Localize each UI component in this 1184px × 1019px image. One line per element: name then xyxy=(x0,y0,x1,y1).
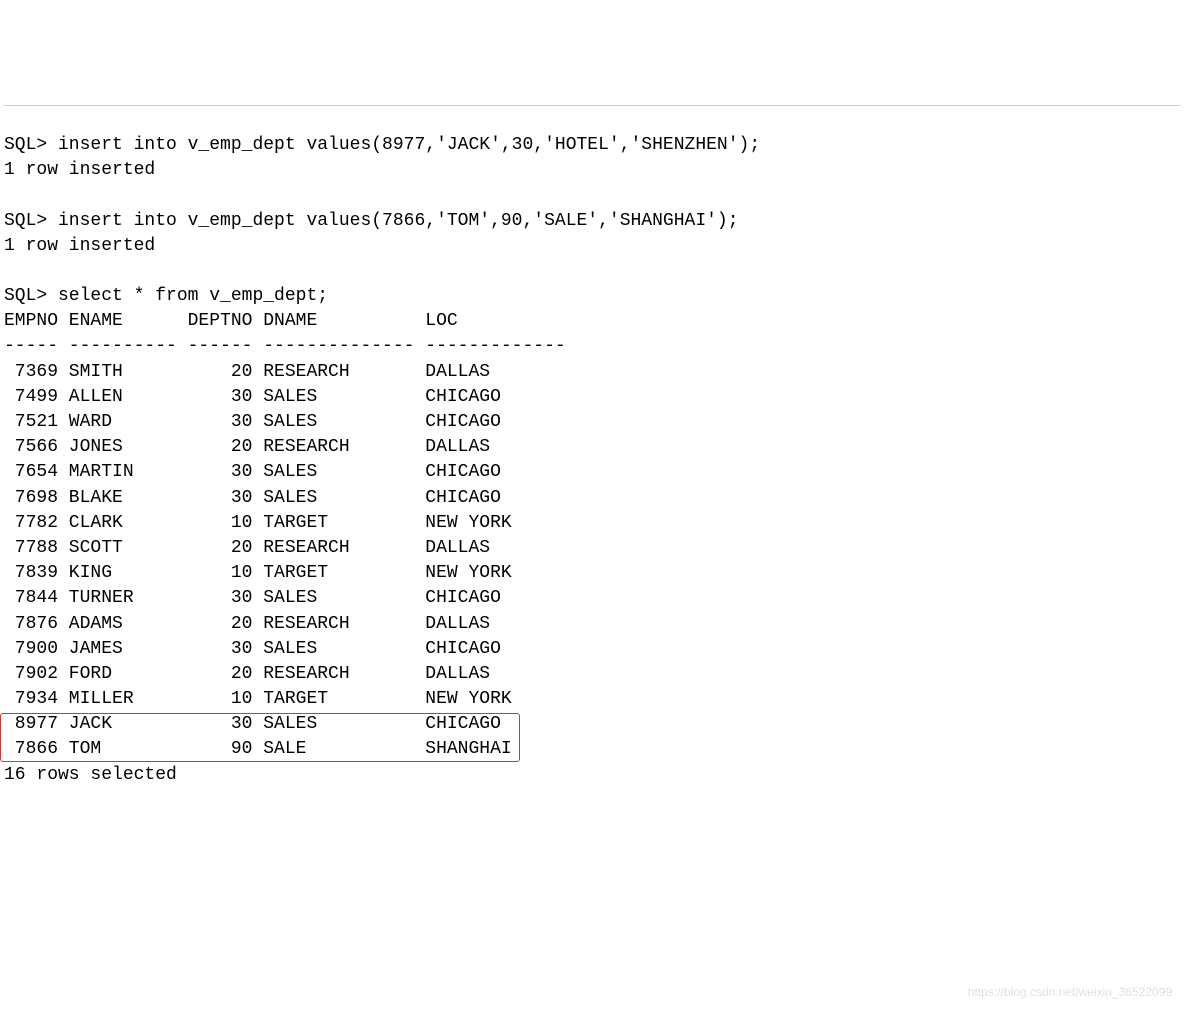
rows-selected-footer: 16 rows selected xyxy=(4,765,177,785)
sql-insert-2: SQL> insert into v_emp_dept values(7866,… xyxy=(4,211,739,231)
watermark-text: https://blog.csdn.net/weixin_36522099 xyxy=(968,984,1172,1001)
table-row-highlighted: 8977 JACK 30 SALES CHICAGO xyxy=(4,714,501,734)
table-row: 7902 FORD 20 RESEARCH DALLAS xyxy=(4,664,490,684)
table-row: 7934 MILLER 10 TARGET NEW YORK xyxy=(4,689,512,709)
table-row: 7788 SCOTT 20 RESEARCH DALLAS xyxy=(4,538,490,558)
table-row: 7521 WARD 30 SALES CHICAGO xyxy=(4,412,501,432)
result-header: EMPNO ENAME DEPTNO DNAME LOC xyxy=(4,311,458,331)
result-divider: ----- ---------- ------ -------------- -… xyxy=(4,336,566,356)
table-row: 7369 SMITH 20 RESEARCH DALLAS xyxy=(4,362,490,382)
table-row-highlighted: 7866 TOM 90 SALE SHANGHAI xyxy=(4,739,512,759)
sql-terminal-output: SQL> insert into v_emp_dept values(8977,… xyxy=(4,105,1180,788)
table-row: 7900 JAMES 30 SALES CHICAGO xyxy=(4,639,501,659)
sql-insert-2-result: 1 row inserted xyxy=(4,236,155,256)
table-row: 7698 BLAKE 30 SALES CHICAGO xyxy=(4,488,501,508)
table-row: 7566 JONES 20 RESEARCH DALLAS xyxy=(4,437,490,457)
table-row: 7782 CLARK 10 TARGET NEW YORK xyxy=(4,513,512,533)
sql-insert-1-result: 1 row inserted xyxy=(4,160,155,180)
sql-select: SQL> select * from v_emp_dept; xyxy=(4,286,328,306)
table-row: 7839 KING 10 TARGET NEW YORK xyxy=(4,563,512,583)
sql-insert-1: SQL> insert into v_emp_dept values(8977,… xyxy=(4,135,760,155)
table-row: 7499 ALLEN 30 SALES CHICAGO xyxy=(4,387,501,407)
table-row: 7844 TURNER 30 SALES CHICAGO xyxy=(4,588,501,608)
table-row: 7654 MARTIN 30 SALES CHICAGO xyxy=(4,462,501,482)
table-row: 7876 ADAMS 20 RESEARCH DALLAS xyxy=(4,614,490,634)
